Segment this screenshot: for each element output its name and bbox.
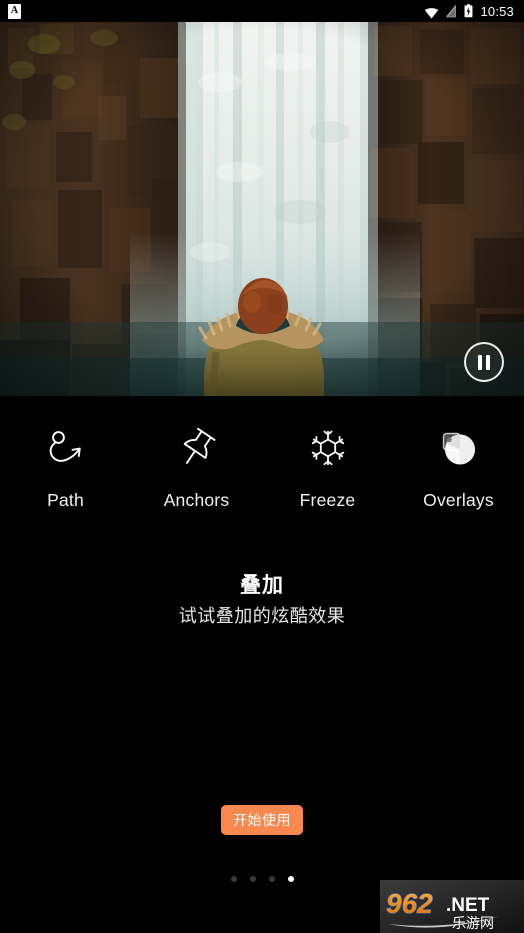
feature-row: Path Anchors Freeze Overlays bbox=[0, 420, 524, 511]
status-bar-clock: 10:53 bbox=[480, 3, 514, 19]
svg-text:962: 962 bbox=[386, 888, 433, 919]
onboarding-copy: 叠加 试试叠加的炫酷效果 bbox=[0, 572, 524, 629]
svg-text:.NET: .NET bbox=[446, 895, 490, 916]
cta-container: 开始使用 bbox=[0, 805, 524, 835]
feature-item-path[interactable]: Path bbox=[0, 420, 131, 511]
freeze-icon bbox=[299, 420, 357, 478]
start-button[interactable]: 开始使用 bbox=[221, 805, 303, 835]
video-preview[interactable] bbox=[0, 22, 524, 396]
feature-item-freeze[interactable]: Freeze bbox=[262, 420, 393, 511]
svg-text:乐游网: 乐游网 bbox=[452, 915, 494, 931]
page-subtitle: 试试叠加的炫酷效果 bbox=[178, 606, 346, 627]
pause-bar-left bbox=[478, 354, 482, 370]
status-bar-right: 10:53 bbox=[424, 4, 514, 18]
page-dot-4[interactable] bbox=[287, 876, 294, 882]
feature-item-anchors[interactable]: Anchors bbox=[131, 420, 262, 511]
page-title: 叠加 bbox=[240, 574, 284, 597]
battery-charging-icon bbox=[464, 4, 473, 18]
path-icon bbox=[37, 420, 95, 478]
feature-label-freeze: Freeze bbox=[299, 490, 356, 510]
pause-button[interactable] bbox=[464, 342, 504, 382]
status-bar-left: A bbox=[8, 3, 21, 19]
feature-label-anchors: Anchors bbox=[163, 490, 230, 510]
page-dot-3[interactable] bbox=[268, 876, 275, 882]
overlays-icon bbox=[430, 420, 488, 478]
status-bar: A 10:53 bbox=[0, 0, 524, 22]
site-watermark: 962 .NET 乐游网 bbox=[380, 880, 524, 933]
anchors-icon bbox=[168, 420, 226, 478]
feature-label-overlays: Overlays bbox=[423, 490, 494, 510]
page-dot-2[interactable] bbox=[249, 876, 256, 882]
page-dot-1[interactable] bbox=[230, 876, 237, 882]
feature-label-path: Path bbox=[47, 490, 84, 510]
waterfall-scene bbox=[0, 22, 524, 396]
app-notification-icon: A bbox=[8, 3, 21, 19]
feature-item-overlays[interactable]: Overlays bbox=[393, 420, 524, 511]
sim-off-icon bbox=[446, 4, 457, 18]
app-screen: A 10:53 Path Anchors Freeze Overlays 叠加 … bbox=[0, 0, 524, 933]
pause-bar-right bbox=[486, 354, 490, 370]
wifi-icon bbox=[424, 6, 439, 18]
